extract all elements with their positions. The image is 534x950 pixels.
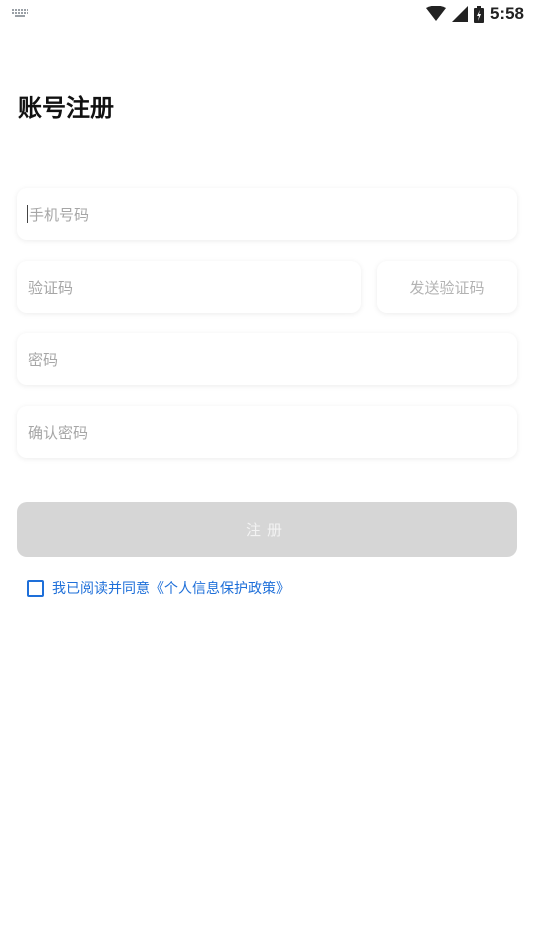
phone-placeholder: 手机号码 [29,205,90,224]
status-time: 5:58 [489,4,524,23]
phone-input[interactable]: 手机号码 [17,188,517,240]
confirm-password-input[interactable]: 确认密码 [17,406,517,458]
send-code-button[interactable]: 发送验证码 [377,261,517,313]
register-button[interactable]: 注册 [17,502,517,557]
agreement-link[interactable]: 我已阅读并同意《个人信息保护政策》 [52,578,290,598]
signal-icon [451,6,468,22]
agreement-row[interactable]: 我已阅读并同意《个人信息保护政策》 [27,578,290,598]
wifi-icon [425,6,446,22]
confirm-password-placeholder: 确认密码 [28,423,89,442]
status-icons: 5:58 [425,3,524,25]
code-placeholder: 验证码 [28,278,74,297]
keyboard-icon [12,9,28,17]
status-bar: 5:58 [0,0,534,28]
verification-code-input[interactable]: 验证码 [17,261,361,313]
password-input[interactable]: 密码 [17,333,517,385]
agreement-checkbox[interactable] [27,579,44,597]
send-code-label: 发送验证码 [409,278,485,297]
password-placeholder: 密码 [28,350,59,369]
page-title: 账号注册 [18,94,114,122]
battery-icon [473,5,484,23]
